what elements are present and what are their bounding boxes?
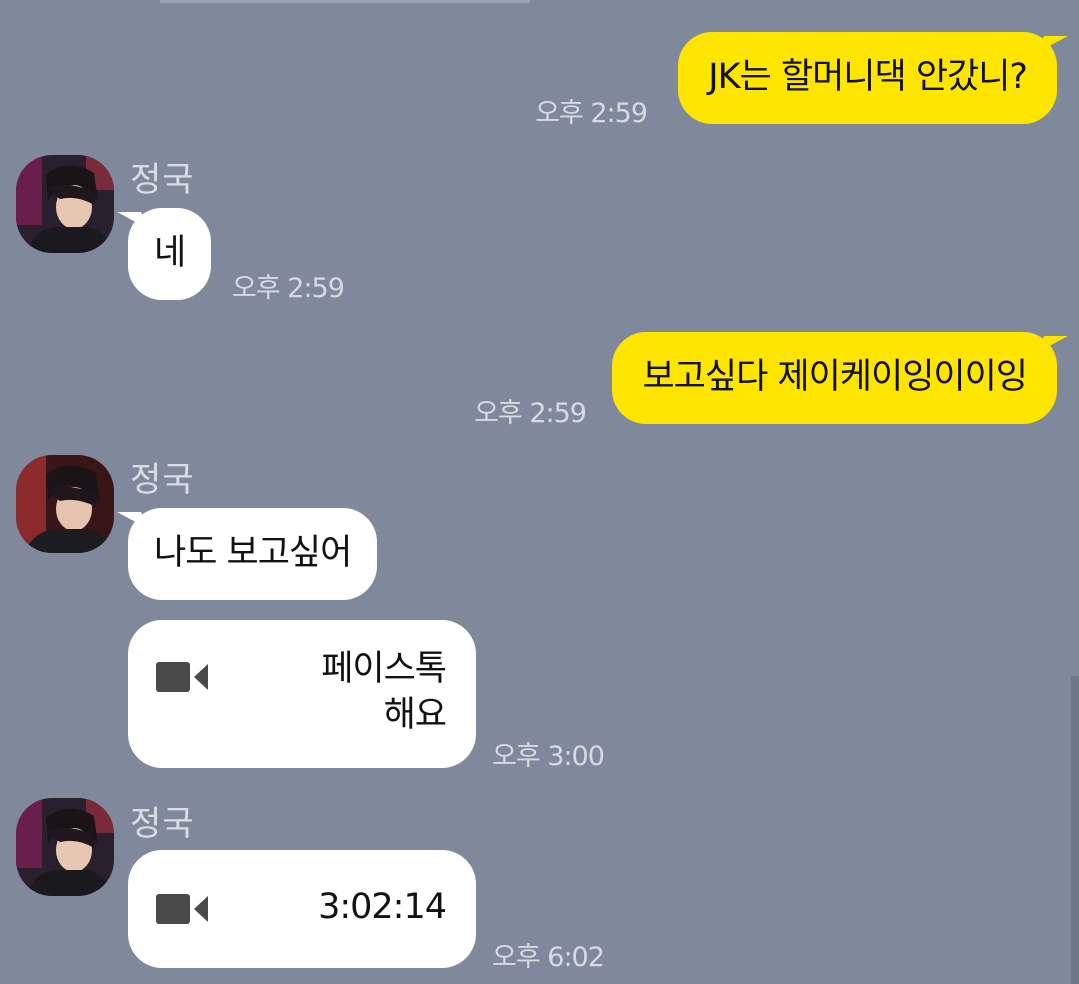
my-message-bubble[interactable]: 보고싶다 제이케이잉이이잉 — [612, 332, 1057, 424]
sender-name: 정국 — [130, 460, 195, 500]
profile-photo — [16, 455, 114, 553]
video-camera-icon — [156, 662, 208, 692]
facetalk-call-card[interactable]: 페이스톡 해요 — [128, 620, 476, 768]
avatar[interactable] — [16, 455, 114, 553]
message-timestamp: 오후 6:02 — [492, 942, 605, 973]
message-text: 나도 보고싶어 — [154, 533, 352, 573]
top-divider — [160, 0, 530, 3]
avatar[interactable] — [16, 155, 114, 253]
call-duration: 3:02:14 — [318, 887, 447, 927]
my-message-bubble[interactable]: JK는 할머니댁 안갔니? — [678, 32, 1057, 124]
message-timestamp: 오후 2:59 — [474, 398, 587, 429]
their-message-bubble[interactable]: 나도 보고싶어 — [128, 508, 378, 600]
message-text: 보고싶다 제이케이잉이이잉 — [642, 357, 1028, 397]
sender-name: 정국 — [130, 804, 195, 844]
message-timestamp: 오후 2:59 — [232, 273, 345, 304]
scrollbar[interactable] — [1071, 676, 1079, 984]
facetalk-duration-card[interactable]: 3:02:14 — [128, 850, 476, 968]
call-label: 페이스톡 해요 — [321, 646, 447, 738]
message-text: 네 — [154, 233, 186, 273]
message-timestamp: 오후 2:59 — [535, 98, 648, 129]
video-camera-icon — [156, 894, 208, 924]
call-label-line2: 해요 — [383, 695, 447, 735]
profile-photo — [16, 798, 114, 896]
profile-photo — [16, 155, 114, 253]
message-text: JK는 할머니댁 안갔니? — [708, 57, 1028, 97]
call-label-line1: 페이스톡 — [321, 649, 447, 689]
avatar[interactable] — [16, 798, 114, 896]
message-timestamp: 오후 3:00 — [492, 741, 605, 772]
their-message-bubble[interactable]: 네 — [128, 208, 212, 300]
sender-name: 정국 — [130, 160, 195, 200]
